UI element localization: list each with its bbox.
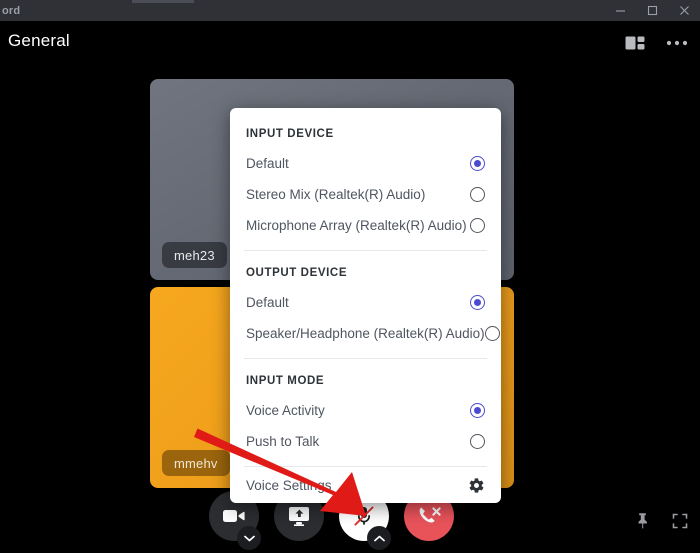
layout-icon[interactable]: [622, 31, 648, 55]
more-icon[interactable]: [664, 31, 690, 55]
stage-view-actions: [635, 512, 688, 534]
menu-item-label: Default: [246, 295, 289, 310]
section-title-input-device: INPUT DEVICE: [246, 128, 334, 140]
radio-icon[interactable]: [470, 218, 485, 233]
radio-icon[interactable]: [470, 403, 485, 418]
window-drag-notch: [132, 0, 194, 3]
radio-icon[interactable]: [484, 326, 500, 341]
discord-call-window: ord General meh23 mmehv INPUT DEVICE Def…: [0, 0, 700, 553]
microphone-options-dropdown[interactable]: [367, 526, 391, 550]
camera-options-dropdown[interactable]: [237, 526, 261, 550]
maximize-icon[interactable]: [636, 0, 668, 21]
page-title: General: [8, 31, 70, 50]
menu-item-voice-activity[interactable]: Voice Activity: [230, 395, 501, 426]
menu-item-label: Stereo Mix (Realtek(R) Audio): [246, 187, 426, 202]
menu-item-label: Default: [246, 156, 289, 171]
menu-item-label: Microphone Array (Realtek(R) Audio): [246, 218, 467, 233]
menu-item-output-speaker-headphone[interactable]: Speaker/Headphone (Realtek(R) Audio): [230, 318, 501, 349]
minimize-icon[interactable]: [604, 0, 636, 21]
menu-item-output-default[interactable]: Default: [230, 287, 501, 318]
menu-item-input-microphone-array[interactable]: Microphone Array (Realtek(R) Audio): [230, 210, 501, 241]
channel-header: General: [0, 21, 700, 66]
menu-item-input-default[interactable]: Default: [230, 148, 501, 179]
radio-icon[interactable]: [470, 434, 485, 449]
participant-name-badge: meh23: [162, 242, 227, 268]
close-icon[interactable]: [668, 0, 700, 21]
radio-icon[interactable]: [470, 156, 485, 171]
menu-item-label: Speaker/Headphone (Realtek(R) Audio): [246, 326, 485, 341]
header-actions: [622, 31, 690, 55]
radio-icon[interactable]: [470, 295, 485, 310]
section-title-input-mode: INPUT MODE: [246, 375, 325, 387]
menu-item-push-to-talk[interactable]: Push to Talk: [230, 426, 501, 457]
window-controls: [604, 0, 700, 21]
radio-icon[interactable]: [470, 187, 485, 202]
pin-icon[interactable]: [635, 512, 650, 534]
section-title-output-device: OUTPUT DEVICE: [246, 267, 348, 279]
menu-item-label: Voice Activity: [246, 403, 325, 418]
menu-item-label: Voice Settings: [246, 477, 332, 493]
participant-name-badge: mmehv: [162, 450, 230, 476]
menu-item-voice-settings[interactable]: Voice Settings: [230, 467, 501, 503]
menu-item-input-stereo-mix[interactable]: Stereo Mix (Realtek(R) Audio): [230, 179, 501, 210]
gear-icon[interactable]: [468, 477, 485, 494]
audio-settings-popup: INPUT DEVICE Default Stereo Mix (Realtek…: [230, 108, 501, 503]
fullscreen-icon[interactable]: [672, 513, 688, 534]
app-name-label: ord: [2, 4, 21, 17]
window-titlebar[interactable]: ord: [0, 0, 700, 21]
menu-item-label: Push to Talk: [246, 434, 320, 449]
